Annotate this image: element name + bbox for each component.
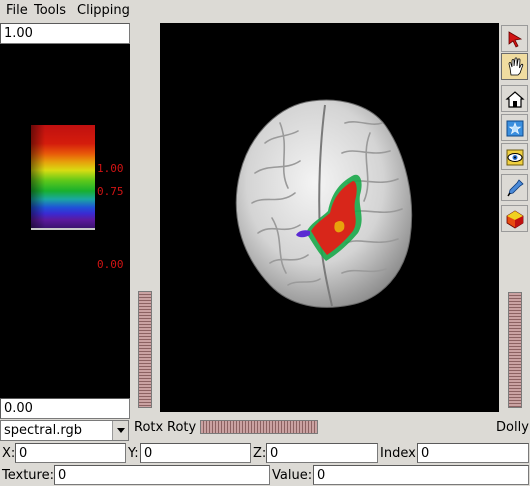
color-cube-icon[interactable] <box>501 205 528 232</box>
y-field[interactable]: 0 <box>140 443 251 463</box>
hand-pan-icon[interactable] <box>501 53 528 80</box>
index-field[interactable]: 0 <box>417 443 529 463</box>
colorbar-label-mid: 0.75 <box>97 185 124 198</box>
colorbar-shade <box>31 125 45 228</box>
menu-bar: File Tools Clipping <box>0 0 530 23</box>
roty-slider[interactable] <box>200 420 318 434</box>
menu-clipping[interactable]: Clipping <box>77 3 130 18</box>
colorbar-label-max: 1.00 <box>97 162 124 175</box>
colormap-select[interactable]: spectral.rgb <box>0 420 129 441</box>
y-label: Y: <box>128 446 139 461</box>
rotx-label: Rotx <box>134 420 164 435</box>
value-label: Value: <box>272 468 313 483</box>
colorbar-min-input[interactable]: 0.00 <box>0 398 130 419</box>
dolly-label: Dolly <box>496 420 529 435</box>
z-field[interactable]: 0 <box>266 443 378 463</box>
x-label: X: <box>2 446 16 461</box>
select-arrow-icon[interactable] <box>501 25 528 52</box>
chevron-down-icon[interactable] <box>112 421 128 440</box>
value-field[interactable]: 0 <box>313 465 529 485</box>
menu-file[interactable]: File <box>6 3 28 18</box>
texture-label: Texture: <box>2 468 54 483</box>
brain-surface-render <box>235 99 413 308</box>
star-box-icon[interactable] <box>501 114 528 141</box>
colorbar-base <box>31 228 95 230</box>
x-field[interactable]: 0 <box>15 443 126 463</box>
dolly-slider[interactable] <box>508 292 522 408</box>
brain-3d-viewport[interactable] <box>160 23 499 412</box>
dropper-icon[interactable] <box>501 174 528 201</box>
menu-tools[interactable]: Tools <box>34 3 66 18</box>
colorbar-max-input[interactable]: 1.00 <box>0 23 130 44</box>
index-label: Index: <box>380 446 421 461</box>
z-label: Z: <box>253 446 267 461</box>
colormap-select-value: spectral.rgb <box>4 423 82 438</box>
colorbar-label-min: 0.00 <box>97 258 124 271</box>
texture-field[interactable]: 0 <box>54 465 270 485</box>
rotx-slider[interactable] <box>138 291 152 408</box>
home-view-icon[interactable] <box>501 85 528 112</box>
roty-label: Roty <box>167 420 197 435</box>
eye-view-icon[interactable] <box>501 143 528 170</box>
